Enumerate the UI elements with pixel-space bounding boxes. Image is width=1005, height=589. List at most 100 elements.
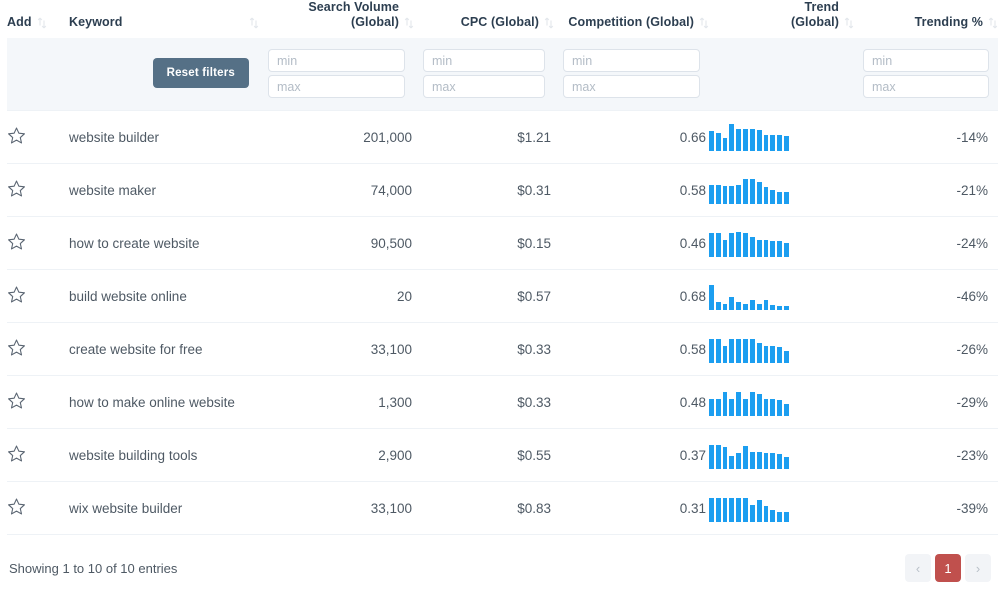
pagination-page-1-button[interactable]: 1	[935, 554, 961, 582]
cpc-cell: $0.57	[517, 288, 551, 304]
competition-cell: 0.68	[679, 288, 706, 304]
trending-pct-max-input[interactable]	[863, 75, 989, 98]
column-header-competition-label: Competition (Global)	[568, 15, 694, 29]
search-volume-cell: 33,100	[370, 341, 412, 357]
sparkline-bar	[722, 304, 728, 310]
filter-cell-search-volume	[259, 38, 414, 111]
sparkline-bar	[784, 404, 789, 416]
sparkline-bar	[756, 452, 762, 469]
sparkline-bar	[756, 130, 762, 151]
sparkline-bar	[722, 392, 728, 416]
sparkline-bar	[729, 498, 735, 522]
sparkline-bar	[729, 456, 735, 469]
competition-max-input[interactable]	[563, 75, 700, 98]
competition-cell: 0.48	[679, 394, 706, 410]
reset-filters-button[interactable]: Reset filters	[152, 57, 249, 88]
sort-icon[interactable]	[988, 16, 998, 30]
cpc-min-input[interactable]	[423, 49, 545, 72]
star-outline-icon[interactable]	[7, 179, 26, 198]
sort-icon[interactable]	[37, 16, 47, 30]
sparkline-bar	[756, 304, 762, 310]
sort-icon[interactable]	[249, 16, 259, 30]
search-volume-max-input[interactable]	[268, 75, 405, 98]
search-volume-min-input[interactable]	[268, 49, 405, 72]
search-volume-cell: 33,100	[370, 500, 412, 516]
table-row: how to make online website 1,300 $0.33 0.48…	[7, 376, 998, 429]
trend-sparkline-cell	[709, 270, 854, 323]
star-outline-icon[interactable]	[7, 338, 26, 357]
sparkline-bar	[777, 192, 783, 204]
keyword-cell: website building tools	[69, 447, 198, 463]
cpc-cell: $0.83	[517, 500, 551, 516]
sort-icon[interactable]	[544, 16, 554, 30]
sparkline-bar	[736, 302, 742, 310]
star-outline-icon[interactable]	[7, 285, 26, 304]
cpc-cell: $0.31	[517, 182, 551, 198]
sparkline-bar	[709, 131, 714, 151]
sparkline-bar	[770, 346, 776, 363]
sparkline-bar	[770, 453, 776, 469]
column-header-search-volume: Search Volume (Global)	[259, 0, 414, 38]
sparkline-bar	[729, 297, 735, 310]
sparkline-bar	[784, 351, 789, 363]
star-outline-icon[interactable]	[7, 126, 26, 145]
cpc-max-input[interactable]	[423, 75, 545, 98]
column-header-cpc: CPC (Global)	[414, 0, 554, 38]
star-outline-icon[interactable]	[7, 391, 26, 410]
cpc-cell: $0.15	[517, 235, 551, 251]
pagination: ‹ 1 ›	[905, 554, 991, 582]
trend-sparkline-cell	[709, 429, 854, 482]
sparkline-bar	[763, 300, 769, 310]
column-header-cpc-label: CPC (Global)	[460, 15, 539, 29]
sparkline-bar	[777, 454, 783, 469]
trending-pct-min-input[interactable]	[863, 49, 989, 72]
search-volume-cell: 74,000	[370, 182, 412, 198]
competition-cell: 0.66	[679, 129, 706, 145]
keyword-cell: build website online	[69, 288, 187, 304]
cpc-cell: $0.55	[517, 447, 551, 463]
pagination-next-button[interactable]: ›	[965, 554, 991, 582]
trending-pct-cell: -26%	[956, 341, 988, 357]
search-volume-cell: 90,500	[370, 235, 412, 251]
trend-sparkline	[709, 335, 789, 363]
sparkline-bar	[749, 300, 755, 310]
table-row: create website for free 33,100 $0.33 0.58 -2…	[7, 323, 998, 376]
sparkline-bar	[763, 399, 769, 416]
trend-sparkline	[709, 494, 789, 522]
trend-sparkline-cell	[709, 482, 854, 535]
sparkline-bar	[770, 135, 776, 151]
pagination-prev-button[interactable]: ‹	[905, 554, 931, 582]
table-row: wix website builder 33,100 $0.83 0.31 -39%	[7, 482, 998, 535]
trend-sparkline-cell	[709, 164, 854, 217]
sparkline-bar	[749, 237, 755, 257]
sparkline-bar	[784, 457, 789, 469]
sparkline-bar	[749, 179, 755, 204]
add-cell	[7, 376, 69, 429]
cpc-cell: $1.21	[517, 129, 551, 145]
sparkline-bar	[729, 339, 735, 363]
sort-icon[interactable]	[699, 16, 709, 30]
sparkline-bar	[784, 306, 789, 310]
sparkline-bar	[770, 510, 776, 522]
sparkline-bar	[709, 233, 714, 257]
filter-row: Reset filters	[7, 38, 998, 111]
star-outline-icon[interactable]	[7, 444, 26, 463]
trend-sparkline	[709, 388, 789, 416]
table-row: build website online 20 $0.57 0.68 -46%	[7, 270, 998, 323]
table-row: website building tools 2,900 $0.55 0.37 -23%	[7, 429, 998, 482]
sparkline-bar	[722, 346, 728, 363]
sort-icon[interactable]	[844, 16, 854, 30]
keyword-cell: website maker	[69, 182, 157, 198]
search-volume-cell: 20	[396, 288, 412, 304]
star-outline-icon[interactable]	[7, 232, 26, 251]
sparkline-bar	[784, 512, 789, 522]
column-header-search-volume-label: Search Volume (Global)	[308, 0, 399, 29]
trending-pct-cell: -46%	[956, 288, 988, 304]
sort-icon[interactable]	[404, 16, 414, 30]
sparkline-bar	[763, 135, 769, 151]
add-cell	[7, 323, 69, 376]
competition-min-input[interactable]	[563, 49, 700, 72]
star-outline-icon[interactable]	[7, 497, 26, 516]
keyword-cell: create website for free	[69, 341, 203, 357]
keyword-table: Add Keyword Search Volume (Global) CPC (…	[7, 0, 998, 589]
